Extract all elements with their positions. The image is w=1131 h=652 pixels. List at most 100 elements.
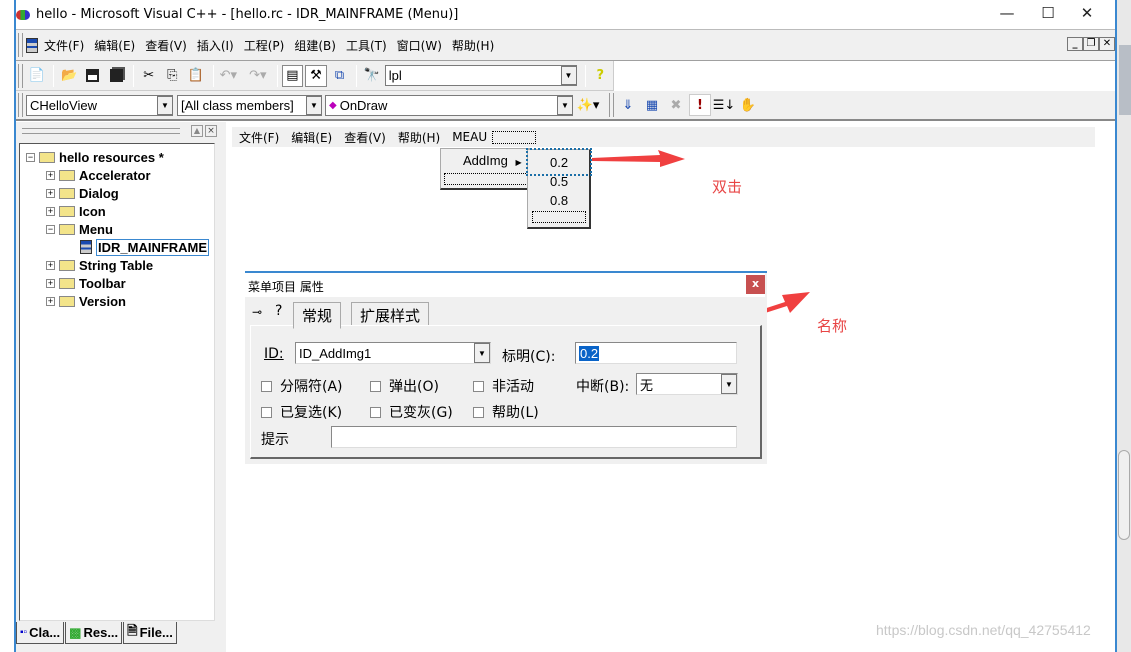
menu-build[interactable]: 组建(B) bbox=[294, 37, 336, 54]
id-combo[interactable]: ID_AddImg1 ▼ bbox=[295, 342, 491, 364]
tree-item-version[interactable]: + Version bbox=[26, 292, 209, 310]
menu-file[interactable]: 文件(F) bbox=[44, 37, 84, 54]
edit-menu-meau[interactable]: MEAU bbox=[452, 130, 487, 144]
prompt-input[interactable] bbox=[331, 426, 737, 448]
expand-icon[interactable]: + bbox=[46, 296, 55, 306]
filter-combo-dropdown-arrow[interactable]: ▼ bbox=[306, 95, 322, 115]
execute-icon[interactable]: ! bbox=[689, 94, 711, 116]
side-panel-tab[interactable] bbox=[1119, 45, 1131, 115]
break-dropdown-arrow[interactable]: ▼ bbox=[721, 374, 737, 394]
submenu-item-selected[interactable]: 0.2 bbox=[526, 148, 592, 176]
save-all-icon[interactable] bbox=[105, 65, 127, 87]
edit-menu-edit[interactable]: 编辑(E) bbox=[291, 129, 332, 146]
new-popup-item-placeholder[interactable] bbox=[444, 173, 528, 185]
new-submenu-item-placeholder[interactable] bbox=[532, 211, 586, 223]
scrollbar-thumb[interactable] bbox=[1118, 450, 1130, 540]
menu-insert[interactable]: 插入(I) bbox=[197, 37, 234, 54]
mdi-minimize-button[interactable]: _ bbox=[1067, 37, 1083, 51]
break-combo[interactable]: 无 ▼ bbox=[636, 373, 738, 395]
class-combo[interactable]: CHelloView ▼ bbox=[26, 94, 173, 116]
checkbox-checked[interactable]: 已复选(K) bbox=[261, 402, 342, 422]
member-combo[interactable]: ◆ OnDraw ▼ bbox=[325, 94, 573, 116]
dialog-close-button[interactable]: x bbox=[746, 275, 765, 294]
help-icon[interactable]: ? bbox=[275, 303, 282, 319]
edit-menu-help[interactable]: 帮助(H) bbox=[398, 129, 440, 146]
checkbox-separator[interactable]: 分隔符(A) bbox=[261, 376, 343, 396]
wizard-action-icon[interactable]: ✨▾ bbox=[577, 94, 600, 116]
submenu-item-0-5[interactable]: 0.5 bbox=[550, 174, 568, 189]
edit-menu-file[interactable]: 文件(F) bbox=[239, 129, 279, 146]
workspace-close-button[interactable]: × bbox=[205, 125, 217, 137]
paste-icon[interactable]: 📋 bbox=[185, 65, 207, 87]
mdi-close-button[interactable]: ✕ bbox=[1099, 37, 1115, 51]
menubar-grip[interactable] bbox=[18, 33, 23, 57]
pin-icon[interactable]: ⊸ bbox=[252, 305, 262, 319]
redo-icon[interactable]: ↷▾ bbox=[247, 65, 269, 87]
wizardbar-grip[interactable] bbox=[18, 93, 23, 117]
undo-icon[interactable]: ↶▾ bbox=[218, 65, 240, 87]
expand-icon[interactable]: + bbox=[46, 170, 55, 180]
output-icon[interactable]: ⚒ bbox=[305, 64, 327, 87]
tab-fileview[interactable]: 🗎 File... bbox=[123, 622, 177, 644]
build-toolbar-grip[interactable] bbox=[609, 93, 614, 117]
expand-icon[interactable]: + bbox=[46, 278, 55, 288]
tab-general[interactable]: 常规 bbox=[293, 302, 342, 329]
tab-classview[interactable]: ▪▫ Cla... bbox=[16, 622, 65, 644]
tree-item-idr-mainframe[interactable]: IDR_MAINFRAME bbox=[26, 238, 210, 256]
tree-item-icon[interactable]: + Icon bbox=[26, 202, 209, 220]
checkbox-popup[interactable]: 弹出(O) bbox=[370, 376, 439, 396]
menu-edit[interactable]: 编辑(E) bbox=[94, 37, 135, 54]
new-text-file-icon[interactable]: 📄 bbox=[26, 65, 48, 87]
id-dropdown-arrow[interactable]: ▼ bbox=[474, 343, 490, 363]
cut-icon[interactable]: ✂ bbox=[138, 65, 160, 87]
expand-icon[interactable]: + bbox=[46, 188, 55, 198]
checkbox-inactive[interactable]: 非活动 bbox=[473, 376, 534, 396]
go-icon[interactable]: ✋ bbox=[737, 94, 759, 116]
expand-icon[interactable]: + bbox=[46, 260, 55, 270]
compile-icon[interactable]: ⇓ bbox=[617, 94, 639, 116]
tree-item-menu[interactable]: − Menu bbox=[26, 220, 209, 238]
collapse-icon[interactable]: − bbox=[46, 224, 55, 234]
tree-item-dialog[interactable]: + Dialog bbox=[26, 184, 209, 202]
workspace-icon[interactable]: ▤ bbox=[281, 64, 304, 87]
menu-help[interactable]: 帮助(H) bbox=[452, 37, 494, 54]
copy-icon[interactable]: ⎘ bbox=[162, 65, 184, 87]
member-combo-dropdown-arrow[interactable]: ▼ bbox=[557, 95, 573, 115]
menu-project[interactable]: 工程(P) bbox=[244, 37, 285, 54]
menu-window[interactable]: 窗口(W) bbox=[397, 37, 442, 54]
mdi-restore-button[interactable]: ❐ bbox=[1083, 37, 1099, 51]
find-in-files-icon[interactable]: 🔭 bbox=[361, 65, 383, 87]
class-combo-dropdown-arrow[interactable]: ▼ bbox=[157, 95, 173, 115]
submenu-item-0-8[interactable]: 0.8 bbox=[550, 193, 568, 208]
maximize-button[interactable]: ☐ bbox=[1037, 4, 1059, 24]
checkbox-grayed[interactable]: 已变灰(G) bbox=[370, 402, 453, 422]
tree-item-string-table[interactable]: + String Table bbox=[26, 256, 209, 274]
edit-menu-view[interactable]: 查看(V) bbox=[344, 129, 386, 146]
build-icon[interactable]: ▦ bbox=[641, 94, 663, 116]
menu-view[interactable]: 查看(V) bbox=[145, 37, 187, 54]
tab-resourceview[interactable]: ▩ Res... bbox=[65, 622, 123, 644]
save-icon[interactable] bbox=[82, 65, 104, 87]
search-help-icon[interactable]: ? bbox=[590, 65, 612, 87]
menu-tools[interactable]: 工具(T) bbox=[346, 37, 387, 54]
workspace-grip[interactable] bbox=[22, 128, 180, 134]
window-list-icon[interactable]: ⧉ bbox=[329, 65, 351, 87]
tree-item-toolbar[interactable]: + Toolbar bbox=[26, 274, 209, 292]
caption-input[interactable]: 0.2 bbox=[575, 342, 737, 364]
open-icon[interactable]: 📂 bbox=[58, 65, 80, 87]
insert-breakpoint-icon[interactable]: ☰↓ bbox=[713, 94, 736, 116]
find-combo-dropdown-arrow[interactable]: ▼ bbox=[560, 66, 577, 85]
new-menu-item-placeholder[interactable] bbox=[492, 130, 537, 144]
checkbox-help[interactable]: 帮助(L) bbox=[473, 402, 539, 422]
tab-extended-styles[interactable]: 扩展样式 bbox=[351, 302, 430, 326]
find-combo[interactable]: lpl ▼ bbox=[384, 65, 577, 86]
close-button[interactable]: ✕ bbox=[1076, 4, 1098, 24]
workspace-maximize-button[interactable]: ▲ bbox=[191, 125, 203, 137]
toolbar-grip[interactable] bbox=[18, 63, 23, 88]
tree-item-accelerator[interactable]: + Accelerator bbox=[26, 166, 209, 184]
tree-root[interactable]: − hello resources * bbox=[26, 148, 209, 166]
stop-build-icon[interactable]: ✖ bbox=[665, 94, 687, 116]
collapse-icon[interactable]: − bbox=[26, 152, 35, 162]
minimize-button[interactable]: — bbox=[996, 4, 1018, 24]
popup-item-addimg[interactable]: AddImg ▶ bbox=[463, 153, 522, 168]
